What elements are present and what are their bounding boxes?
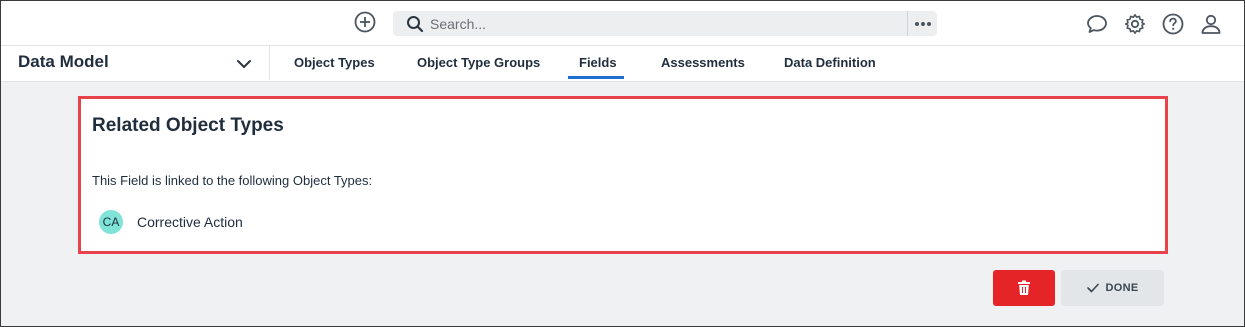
top-bar	[1, 1, 1244, 45]
more-horizontal-icon[interactable]	[907, 11, 937, 36]
sub-navigation: Data Model Object Types Object Type Grou…	[1, 45, 1244, 82]
tab-data-definition[interactable]: Data Definition	[784, 55, 876, 70]
nav-divider	[269, 46, 270, 80]
related-object-type-item[interactable]: CA Corrective Action	[99, 210, 243, 234]
panel-description: This Field is linked to the following Ob…	[92, 173, 373, 188]
check-icon	[1086, 283, 1099, 293]
user-icon[interactable]	[1198, 11, 1224, 37]
gear-icon[interactable]	[1122, 11, 1148, 37]
tab-object-types[interactable]: Object Types	[294, 55, 375, 70]
avatar: CA	[99, 210, 123, 234]
tab-object-type-groups[interactable]: Object Type Groups	[417, 55, 540, 70]
help-icon[interactable]	[1160, 11, 1186, 37]
active-tab-indicator	[568, 76, 624, 79]
chevron-down-icon[interactable]	[234, 54, 254, 74]
delete-button[interactable]	[993, 270, 1055, 306]
panel-heading: Related Object Types	[92, 115, 284, 136]
tab-assessments[interactable]: Assessments	[661, 55, 745, 70]
data-model-title: Data Model	[18, 52, 109, 71]
object-type-label: Corrective Action	[137, 214, 243, 230]
done-button[interactable]: DONE	[1061, 270, 1164, 306]
search-bar	[393, 11, 937, 36]
search-icon	[406, 15, 424, 33]
related-object-types-panel: Related Object Types This Field is linke…	[78, 96, 1168, 254]
tab-fields[interactable]: Fields	[579, 55, 617, 70]
search-input[interactable]	[428, 13, 892, 35]
chat-icon[interactable]	[1084, 11, 1110, 37]
trash-icon	[1018, 280, 1030, 295]
add-circle-icon[interactable]	[354, 11, 376, 33]
done-label: DONE	[1105, 282, 1139, 294]
